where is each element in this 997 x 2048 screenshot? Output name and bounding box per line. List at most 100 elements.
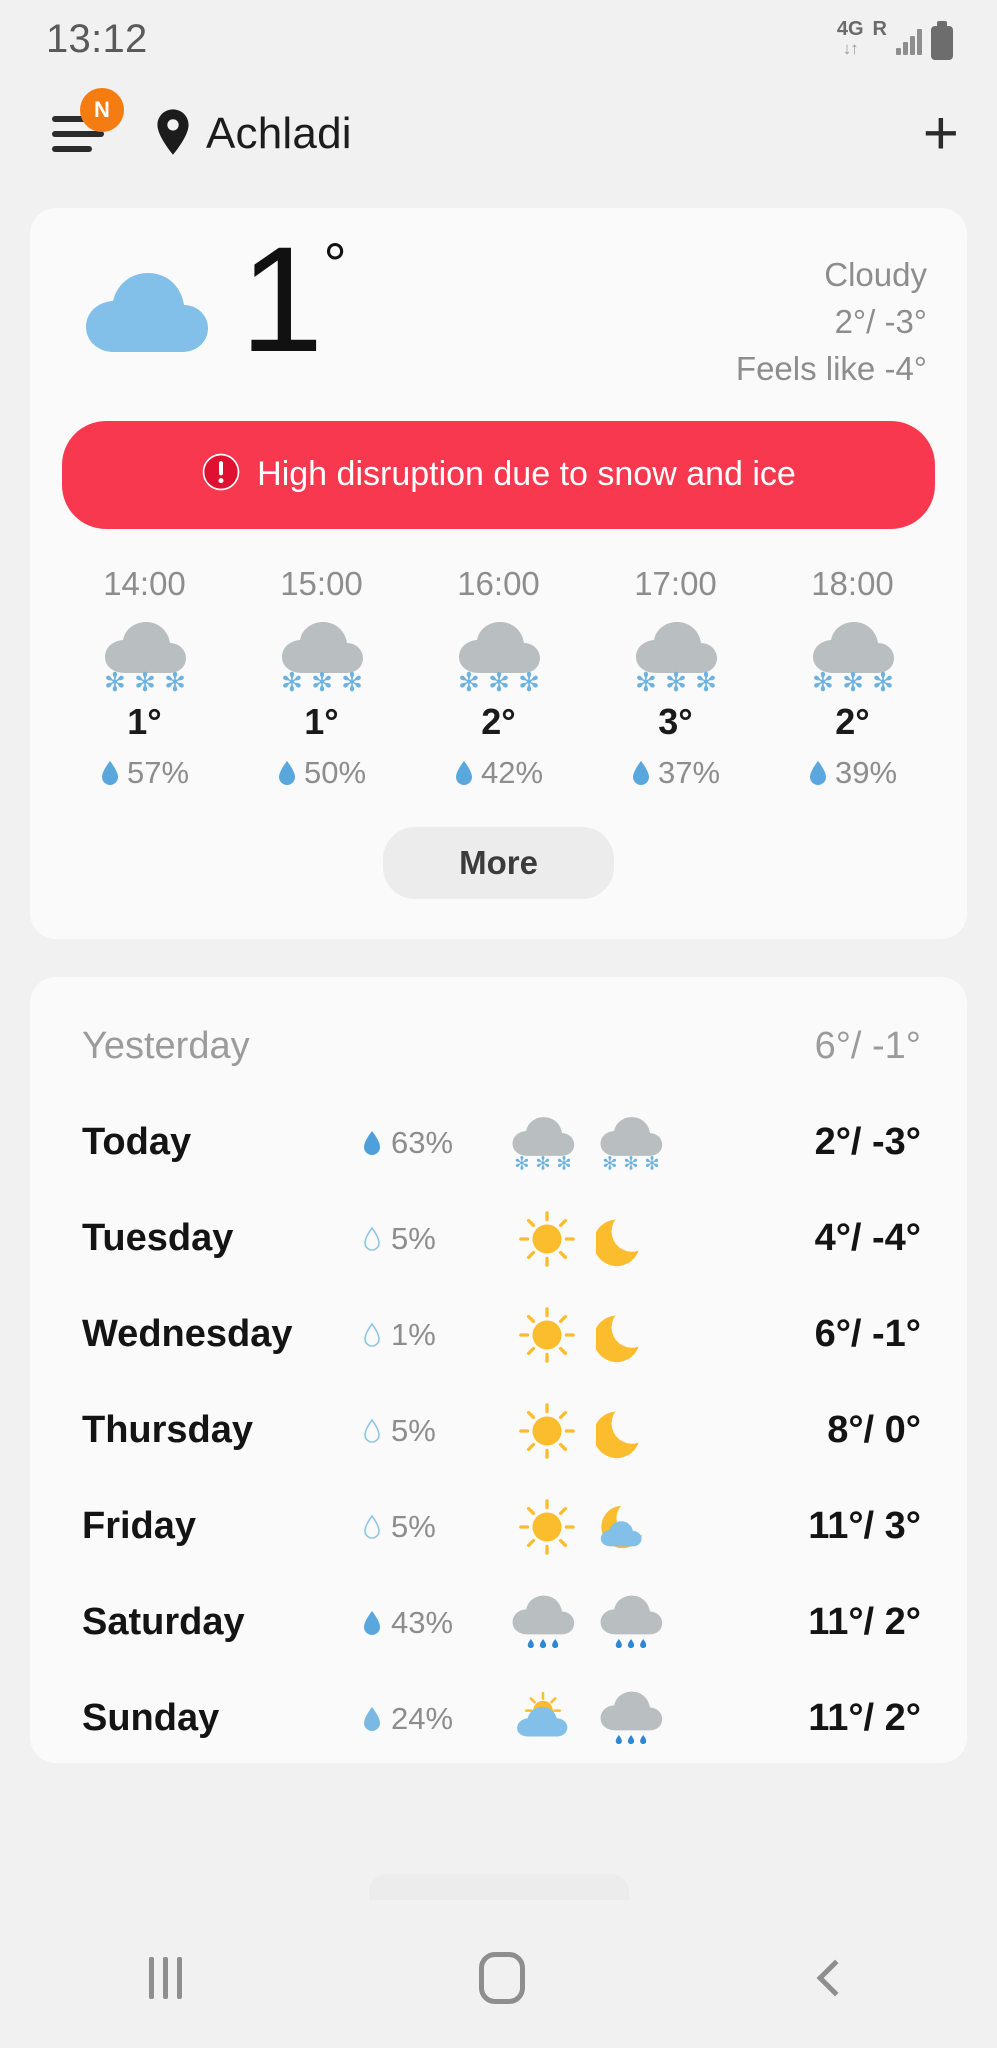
table-row[interactable]: Today 63% ✻ ✻ ✻ ✻ ✻ ✻ 2°/ -3° <box>30 1107 967 1179</box>
svg-text:✻ ✻ ✻: ✻ ✻ ✻ <box>458 668 540 693</box>
svg-text:✻ ✻ ✻: ✻ ✻ ✻ <box>514 1153 571 1171</box>
table-row[interactable]: Thursday 5% 8°/ 0° <box>30 1395 967 1467</box>
hourly-pop-value: 50% <box>303 754 367 790</box>
data-arrows-icon: ↓↑ <box>842 38 859 58</box>
status-bar: 13:12 4G ↓↑ R <box>0 0 997 78</box>
svg-text:✻ ✻ ✻: ✻ ✻ ✻ <box>104 668 186 693</box>
cloudy-icon <box>76 230 226 361</box>
snow-cloud-icon: ✻ ✻ ✻ <box>453 619 545 693</box>
droplet-icon <box>455 760 472 785</box>
droplet-icon <box>809 760 826 785</box>
hourly-temp: 2° <box>835 700 870 742</box>
hourly-temp: 1° <box>127 700 162 742</box>
current-weather-meta: Cloudy 2°/ -3° Feels like -4° <box>736 230 927 393</box>
day-temp: 11°/ 2° <box>808 1697 921 1740</box>
hourly-time: 14:00 <box>103 564 186 602</box>
current-temperature-value: 1 <box>240 215 323 383</box>
moon-icon <box>596 1219 639 1266</box>
day-icons <box>502 1690 672 1748</box>
snow-cloud-icon: ✻ ✻ ✻ <box>807 619 899 693</box>
signal-bars-icon <box>896 28 922 55</box>
weather-alert-banner[interactable]: High disruption due to snow and ice <box>62 420 935 529</box>
droplet-icon <box>364 1130 380 1155</box>
day-precipitation: 24% <box>362 1701 502 1737</box>
table-row[interactable]: Tuesday 5% 4°/ -4° <box>30 1203 967 1275</box>
table-row[interactable]: Saturday 43% 11°/ 2° <box>30 1587 967 1659</box>
svg-text:✻ ✻ ✻: ✻ ✻ ✻ <box>602 1153 659 1171</box>
day-temp: 11°/ 2° <box>808 1601 921 1644</box>
hourly-time: 18:00 <box>811 564 894 602</box>
recents-icon[interactable] <box>148 1957 182 1999</box>
snow-cloud-icon: ✻ ✻ ✻ <box>99 619 191 693</box>
add-location-button[interactable]: + <box>923 103 959 165</box>
droplet-icon <box>278 760 295 785</box>
day-label: Saturday <box>82 1601 245 1644</box>
hourly-pop-value: 37% <box>657 754 721 790</box>
daily-forecast-card: Yesterday 6°/ -1° Today 63% ✻ ✻ ✻ ✻ ✻ ✻ … <box>30 976 967 1763</box>
rain-cloud-icon <box>600 1691 663 1744</box>
moon-icon <box>596 1411 639 1458</box>
day-label: Sunday <box>82 1697 220 1740</box>
table-row[interactable]: Friday 5% 11°/ 3° <box>30 1491 967 1563</box>
day-label: Today <box>82 1121 192 1164</box>
hourly-pop-value: 57% <box>126 754 190 790</box>
day-label: Wednesday <box>82 1313 293 1356</box>
current-temperature: 1 ° <box>240 215 347 383</box>
droplet-icon <box>364 1610 380 1635</box>
rain-cloud-icon <box>600 1595 663 1648</box>
day-precipitation: 5% <box>362 1413 502 1449</box>
back-icon[interactable] <box>816 1959 854 1997</box>
hourly-item[interactable]: 18:00 ✻ ✻ ✻ 2° 39% <box>764 565 941 791</box>
snow-cloud-icon: ✻ ✻ ✻ <box>600 1116 663 1172</box>
droplet-icon <box>364 1322 380 1347</box>
sun-cloud-icon <box>517 1691 568 1737</box>
table-row[interactable]: Wednesday 1% 6°/ -1° <box>30 1299 967 1371</box>
day-precipitation: 1% <box>362 1317 502 1353</box>
scroll-peek-handle[interactable] <box>368 1874 629 1900</box>
current-weather-card[interactable]: 1 ° Cloudy 2°/ -3° Feels like -4° High d… <box>30 208 967 939</box>
day-icons <box>502 1208 672 1270</box>
day-label: Yesterday <box>82 1025 250 1068</box>
hourly-item[interactable]: 14:00 ✻ ✻ ✻ 1° 57% <box>56 565 233 791</box>
hourly-item[interactable]: 17:00 ✻ ✻ ✻ 3° 37% <box>587 565 764 791</box>
hourly-temp: 1° <box>304 700 339 742</box>
weather-app-screen: 13:12 4G ↓↑ R N Achladi + 1 ° Cloudy 2°/… <box>0 0 997 2048</box>
sun-icon <box>519 1306 575 1363</box>
table-row: Yesterday 6°/ -1° <box>30 1011 967 1083</box>
home-icon[interactable] <box>478 1952 525 2004</box>
hourly-precipitation: 37% <box>631 755 720 791</box>
day-icons <box>502 1496 672 1558</box>
day-precipitation: 5% <box>362 1221 502 1257</box>
day-icons <box>502 1304 672 1366</box>
page-title: Achladi <box>206 109 352 158</box>
day-temp: 2°/ -3° <box>814 1121 921 1164</box>
hourly-pop-value: 42% <box>480 754 544 790</box>
sun-icon <box>519 1498 575 1555</box>
roaming-indicator: R <box>873 19 887 39</box>
more-button[interactable]: More <box>383 826 614 899</box>
day-temp: 8°/ 0° <box>827 1409 921 1452</box>
network-type-label: 4G <box>836 17 864 40</box>
day-icons <box>502 1400 672 1462</box>
hourly-item[interactable]: 16:00 ✻ ✻ ✻ 2° 42% <box>410 565 587 791</box>
hourly-item[interactable]: 15:00 ✻ ✻ ✻ 1° 50% <box>233 565 410 791</box>
droplet-icon <box>364 1514 380 1539</box>
day-pop-value: 43% <box>391 1604 454 1640</box>
droplet-icon <box>101 760 118 785</box>
moon-cloud-icon <box>600 1505 643 1548</box>
hamburger-menu-icon[interactable]: N <box>52 88 124 158</box>
day-pop-value: 1% <box>391 1316 436 1352</box>
day-pop-value: 24% <box>391 1700 454 1736</box>
day-pop-value: 5% <box>391 1412 436 1448</box>
hourly-pop-value: 39% <box>834 754 898 790</box>
app-bar: N Achladi + <box>0 78 997 190</box>
hourly-precipitation: 42% <box>454 755 543 791</box>
table-row[interactable]: Sunday 24% 11°/ 2° <box>30 1683 967 1755</box>
sun-icon <box>519 1402 575 1459</box>
day-temp: 11°/ 3° <box>808 1505 921 1548</box>
svg-text:✻ ✻ ✻: ✻ ✻ ✻ <box>281 668 363 693</box>
day-icons <box>502 1594 672 1652</box>
weather-alert-text: High disruption due to snow and ice <box>257 455 796 494</box>
snow-cloud-icon: ✻ ✻ ✻ <box>276 619 368 693</box>
warning-icon <box>201 452 241 497</box>
